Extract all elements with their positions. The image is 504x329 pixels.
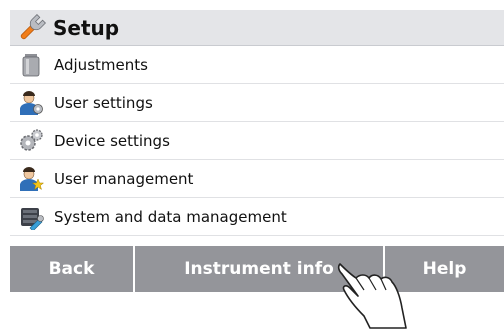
- menu-item-label: User management: [54, 169, 194, 188]
- page-title: Setup: [53, 15, 120, 40]
- menu-item-label: Adjustments: [54, 55, 148, 74]
- setup-header: Setup: [10, 10, 504, 46]
- user-management-icon: [18, 166, 44, 192]
- menu-item-system-data-management[interactable]: System and data management: [10, 198, 504, 236]
- setup-panel: Setup Adjustments User settings Device s…: [10, 10, 504, 292]
- wrench-icon: [17, 13, 47, 43]
- menu-item-adjustments[interactable]: Adjustments: [10, 46, 504, 84]
- menu-item-label: System and data management: [54, 207, 287, 226]
- menu-item-user-management[interactable]: User management: [10, 160, 504, 198]
- user-settings-icon: [18, 90, 44, 116]
- weight-icon: [18, 52, 44, 78]
- menu-item-device-settings[interactable]: Device settings: [10, 122, 504, 160]
- menu-item-label: User settings: [54, 93, 153, 112]
- menu-item-user-settings[interactable]: User settings: [10, 84, 504, 122]
- menu-item-label: Device settings: [54, 131, 170, 150]
- back-button[interactable]: Back: [10, 246, 135, 292]
- system-data-icon: [18, 204, 44, 230]
- gears-icon: [18, 128, 44, 154]
- pointing-hand-icon: [337, 263, 407, 329]
